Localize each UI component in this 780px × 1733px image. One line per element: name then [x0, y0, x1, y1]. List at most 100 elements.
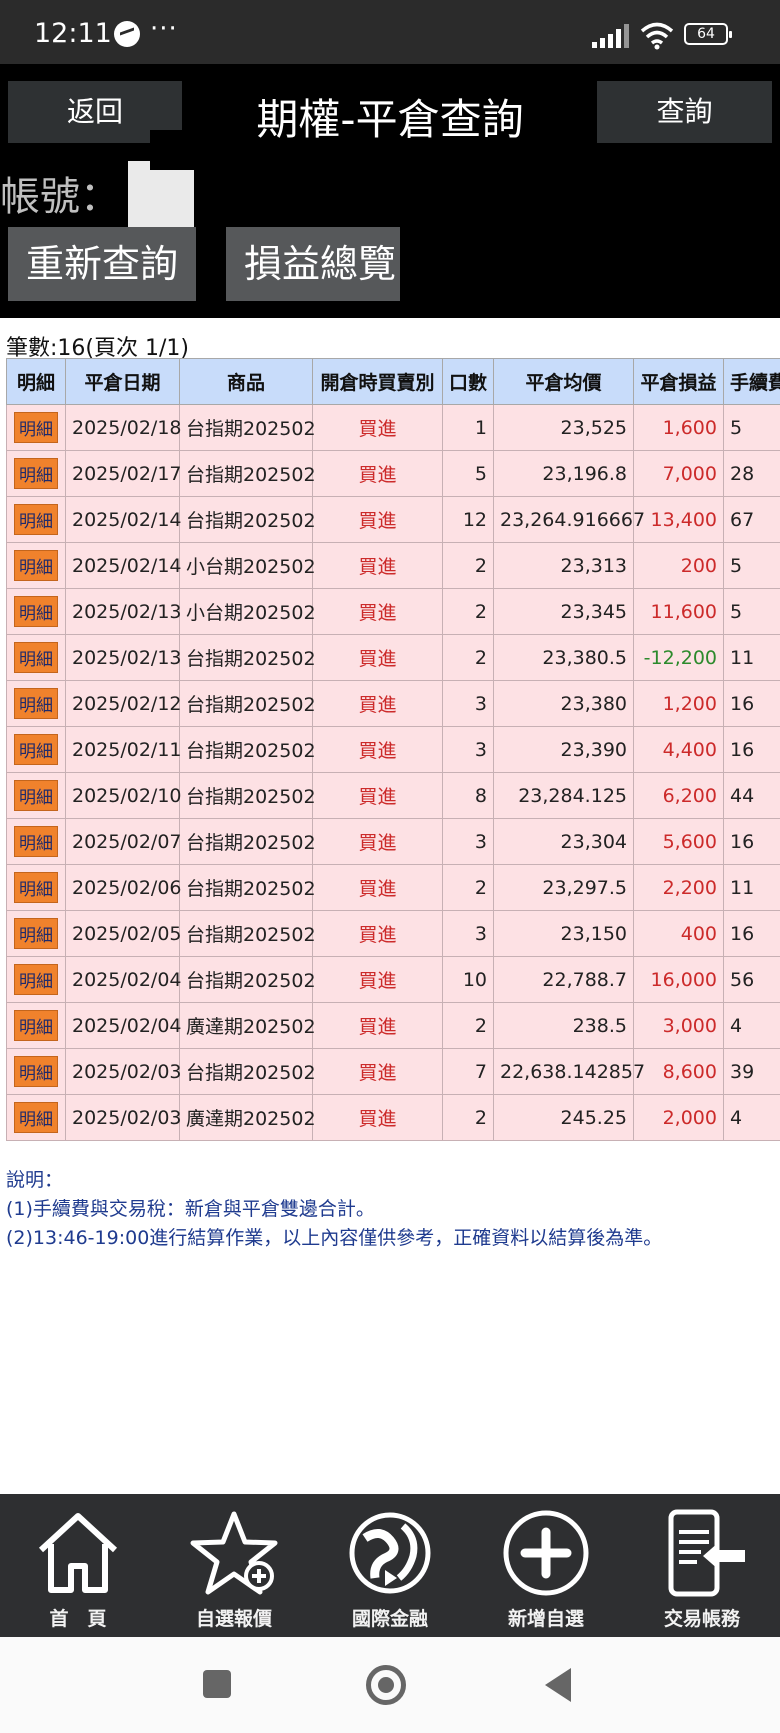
detail-button[interactable]: 明細	[14, 872, 58, 903]
positions-table-container[interactable]: 明細 平倉日期 商品 開倉時買賣別 口數 平倉均價 平倉損益 手續費 明細 202…	[6, 358, 780, 1141]
pnl-cell: 7,000	[633, 450, 724, 497]
phone-trade-icon	[668, 1509, 745, 1597]
fee-cell: 56	[723, 956, 780, 1003]
more-notifications-icon: ···	[150, 14, 178, 44]
quantity-cell: 3	[442, 726, 494, 773]
query-button[interactable]: 查詢	[597, 81, 772, 143]
globe-icon	[349, 1512, 431, 1594]
fee-cell: 16	[723, 680, 780, 727]
close-date-cell: 2025/02/13	[65, 588, 182, 635]
close-date-cell: 2025/02/03	[65, 1048, 182, 1095]
product-cell: 小台期202502	[179, 542, 316, 589]
detail-button[interactable]: 明細	[14, 458, 58, 489]
detail-button[interactable]: 明細	[14, 964, 58, 995]
close-date-cell: 2025/02/12	[65, 680, 182, 727]
notes-line-2: (2)13:46-19:00進行結算作業，以上內容僅供參考，正確資料以結算後為準…	[6, 1227, 663, 1249]
quantity-cell: 3	[442, 818, 494, 865]
product-cell: 台指期202502	[179, 680, 316, 727]
detail-button[interactable]: 明細	[14, 412, 58, 443]
pnl-cell: 3,000	[633, 1002, 724, 1049]
column-header: 明細	[6, 358, 66, 405]
detail-button[interactable]: 明細	[14, 642, 58, 673]
nav-home[interactable]: 首 頁	[0, 1494, 156, 1637]
detail-button[interactable]: 明細	[14, 734, 58, 765]
product-cell: 台指期202502	[179, 1048, 316, 1095]
close-date-cell: 2025/02/13	[65, 634, 182, 681]
fee-cell: 16	[723, 818, 780, 865]
quantity-cell: 3	[442, 680, 494, 727]
detail-cell: 明細	[6, 634, 66, 681]
detail-button[interactable]: 明細	[14, 1102, 58, 1133]
table-row: 明細 2025/02/14 小台期202502 買進 2 23,313 200 5	[6, 542, 780, 589]
page-header: 返回 期權-平倉查詢 查詢 帳號： 重新查詢 損益總覽	[0, 64, 780, 318]
fee-cell: 5	[723, 404, 780, 451]
detail-cell: 明細	[6, 496, 66, 543]
side-cell: 買進	[312, 910, 443, 957]
requery-button[interactable]: 重新查詢	[8, 227, 196, 301]
product-cell: 台指期202502	[179, 956, 316, 1003]
quantity-cell: 3	[442, 910, 494, 957]
product-cell: 台指期202502	[179, 496, 316, 543]
back-system-icon[interactable]	[545, 1668, 571, 1702]
home-system-icon[interactable]	[366, 1665, 406, 1705]
avg-price-cell: 23,380	[493, 680, 634, 727]
detail-button[interactable]: 明細	[14, 596, 58, 627]
detail-button[interactable]: 明細	[14, 780, 58, 811]
pnl-cell: 11,600	[633, 588, 724, 635]
avg-price-cell: 238.5	[493, 1002, 634, 1049]
fee-cell: 16	[723, 726, 780, 773]
close-date-cell: 2025/02/07	[65, 818, 182, 865]
side-cell: 買進	[312, 772, 443, 819]
quantity-cell: 2	[442, 634, 494, 681]
close-date-cell: 2025/02/06	[65, 864, 182, 911]
detail-button[interactable]: 明細	[14, 918, 58, 949]
nav-watchlist-quotes[interactable]: 自選報價	[156, 1494, 312, 1637]
detail-cell: 明細	[6, 1094, 66, 1141]
fee-cell: 5	[723, 588, 780, 635]
detail-cell: 明細	[6, 910, 66, 957]
bottom-navigation: 首 頁 自選報價 國際金融 新增自選 交易帳務	[0, 1494, 780, 1637]
product-cell: 台指期202502	[179, 404, 316, 451]
detail-button[interactable]: 明細	[14, 550, 58, 581]
close-date-cell: 2025/02/14	[65, 496, 182, 543]
column-header: 平倉日期	[65, 358, 180, 405]
pnl-cell: 4,400	[633, 726, 724, 773]
pnl-cell: -12,200	[633, 634, 724, 681]
table-row: 明細 2025/02/10 台指期202502 買進 8 23,284.125 6,200 4…	[6, 772, 780, 819]
avg-price-cell: 23,150	[493, 910, 634, 957]
detail-button[interactable]: 明細	[14, 504, 58, 535]
product-cell: 台指期202502	[179, 634, 316, 681]
fee-cell: 4	[723, 1002, 780, 1049]
avg-price-cell: 23,390	[493, 726, 634, 773]
detail-button[interactable]: 明細	[14, 1010, 58, 1041]
detail-cell: 明細	[6, 404, 66, 451]
avg-price-cell: 23,380.5	[493, 634, 634, 681]
table-row: 明細 2025/02/06 台指期202502 買進 2 23,297.5 2,200 11	[6, 864, 780, 911]
detail-cell: 明細	[6, 1048, 66, 1095]
close-date-cell: 2025/02/05	[65, 910, 182, 957]
nav-trade-account[interactable]: 交易帳務	[624, 1494, 780, 1637]
avg-price-cell: 23,284.125	[493, 772, 634, 819]
detail-cell: 明細	[6, 680, 66, 727]
product-cell: 台指期202502	[179, 864, 316, 911]
pnl-cell: 200	[633, 542, 724, 589]
detail-cell: 明細	[6, 772, 66, 819]
side-cell: 買進	[312, 542, 443, 589]
quantity-cell: 5	[442, 450, 494, 497]
side-cell: 買進	[312, 1002, 443, 1049]
pnl-summary-button[interactable]: 損益總覽	[226, 227, 400, 301]
side-cell: 買進	[312, 1048, 443, 1095]
nav-label: 新增自選	[507, 1608, 584, 1630]
side-cell: 買進	[312, 496, 443, 543]
nav-international-finance[interactable]: 國際金融	[312, 1494, 468, 1637]
nav-add-watchlist[interactable]: 新增自選	[468, 1494, 624, 1637]
detail-button[interactable]: 明細	[14, 1056, 58, 1087]
detail-button[interactable]: 明細	[14, 688, 58, 719]
pnl-cell: 400	[633, 910, 724, 957]
wifi-icon	[640, 22, 674, 50]
table-row: 明細 2025/02/14 台指期202502 買進 12 23,264.916667 13…	[6, 496, 780, 543]
detail-button[interactable]: 明細	[14, 826, 58, 857]
recent-apps-icon[interactable]	[203, 1670, 231, 1698]
avg-price-cell: 23,196.8	[493, 450, 634, 497]
avg-price-cell: 23,264.916667	[493, 496, 645, 543]
